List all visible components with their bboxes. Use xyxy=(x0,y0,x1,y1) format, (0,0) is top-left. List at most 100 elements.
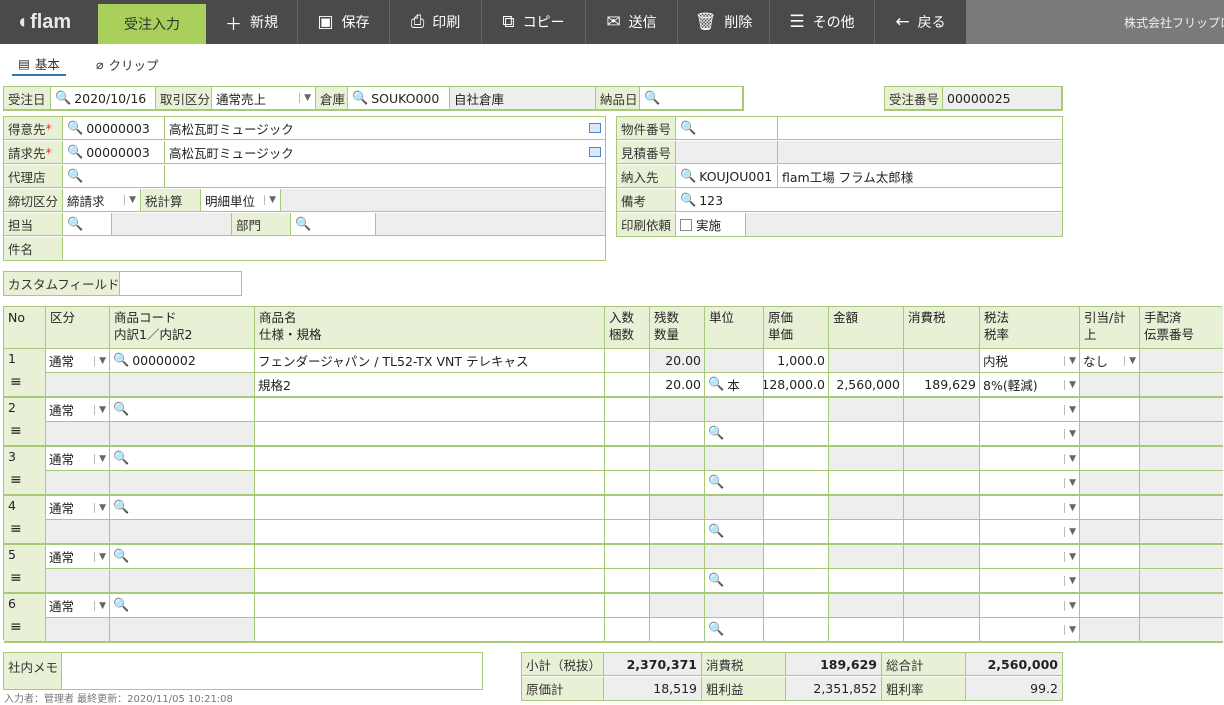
back-button[interactable]: ← 戻る xyxy=(875,0,967,44)
product-code-field[interactable]: 🔍 xyxy=(110,594,255,618)
copy-button[interactable]: ⧉ コピー xyxy=(482,0,586,44)
delete-button[interactable]: 🗑 削除 xyxy=(678,0,770,44)
irisu-field[interactable] xyxy=(605,496,650,520)
unit-field[interactable]: 🔍 xyxy=(705,520,764,545)
kubun-select[interactable]: 通常 ▼ xyxy=(46,594,110,618)
delivery-code-field[interactable]: 🔍 KOUJOU001 xyxy=(676,165,778,188)
tax-method-select[interactable]: ▼ xyxy=(980,447,1080,471)
cost-field[interactable] xyxy=(764,447,829,471)
product-name-field[interactable] xyxy=(255,594,605,618)
tax-calc-select[interactable]: 明細単位 ▼ xyxy=(201,189,281,212)
amount-field[interactable] xyxy=(829,422,904,447)
product-code-field[interactable]: 🔍 xyxy=(110,398,255,422)
amount-field[interactable] xyxy=(829,471,904,496)
konsu-field[interactable] xyxy=(605,373,650,398)
kubun-select[interactable]: 通常 ▼ xyxy=(46,349,110,373)
unit-price-field[interactable] xyxy=(764,520,829,545)
product-code-field[interactable]: 🔍 xyxy=(110,545,255,569)
tax-field[interactable] xyxy=(904,471,980,496)
tax-field[interactable] xyxy=(904,569,980,594)
subject-field[interactable] xyxy=(63,237,605,260)
print-request-checkbox[interactable]: 実施 xyxy=(676,213,746,236)
unit-field[interactable]: 🔍 xyxy=(705,618,764,643)
tax-method-select[interactable]: ▼ xyxy=(980,398,1080,422)
row-detail-icon[interactable]: ≡ xyxy=(10,375,22,389)
warehouse-code-field[interactable]: 🔍 SOUKO000 xyxy=(348,87,450,110)
cost-field[interactable] xyxy=(764,594,829,618)
irisu-field[interactable] xyxy=(605,447,650,471)
amount-field[interactable]: 2,560,000 xyxy=(829,373,904,398)
tax-field[interactable]: 189,629 xyxy=(904,373,980,398)
hikiate-select[interactable] xyxy=(1080,594,1140,618)
irisu-field[interactable] xyxy=(605,398,650,422)
tax-rate-select[interactable]: ▼ xyxy=(980,618,1080,643)
tax-rate-select[interactable]: ▼ xyxy=(980,569,1080,594)
customer-code-field[interactable]: 🔍 00000003 xyxy=(63,117,165,140)
irisu-field[interactable] xyxy=(605,545,650,569)
kubun-select[interactable]: 通常 ▼ xyxy=(46,447,110,471)
delivery-date-field[interactable]: 🔍 xyxy=(640,87,743,110)
spec-field[interactable] xyxy=(255,520,605,545)
cost-field[interactable] xyxy=(764,496,829,520)
quantity-field[interactable] xyxy=(650,618,705,643)
product-code-field[interactable]: 🔍 xyxy=(110,447,255,471)
closing-select[interactable]: 締請求 ▼ xyxy=(63,189,141,212)
quantity-field[interactable] xyxy=(650,422,705,447)
property-field[interactable]: 🔍 xyxy=(676,117,778,140)
billing-code-field[interactable]: 🔍 00000003 xyxy=(63,141,165,164)
row-detail-icon[interactable]: ≡ xyxy=(10,620,22,634)
konsu-field[interactable] xyxy=(605,569,650,594)
product-name-field[interactable]: フェンダージャパン / TL52-TX VNT テレキャス xyxy=(255,349,605,373)
order-date-field[interactable]: 🔍 2020/10/16 xyxy=(51,87,156,110)
product-code-field[interactable]: 🔍 xyxy=(110,496,255,520)
unit-price-field[interactable]: 128,000.0 xyxy=(764,373,829,398)
kubun-select[interactable]: 通常 ▼ xyxy=(46,496,110,520)
tax-method-select[interactable]: 内税 ▼ xyxy=(980,349,1080,373)
new-button[interactable]: ＋ 新規 xyxy=(206,0,298,44)
cost-field[interactable] xyxy=(764,545,829,569)
hikiate-select[interactable] xyxy=(1080,545,1140,569)
kubun-select[interactable]: 通常 ▼ xyxy=(46,545,110,569)
irisu-field[interactable] xyxy=(605,594,650,618)
hikiate-select[interactable] xyxy=(1080,398,1140,422)
quantity-field[interactable]: 20.00 xyxy=(650,373,705,398)
agent-name-field[interactable] xyxy=(165,165,605,188)
amount-field[interactable] xyxy=(829,618,904,643)
row-detail-icon[interactable]: ≡ xyxy=(10,522,22,536)
unit-price-field[interactable] xyxy=(764,471,829,496)
tax-rate-select[interactable]: 8%(軽減) ▼ xyxy=(980,373,1080,398)
product-name-field[interactable] xyxy=(255,447,605,471)
custom-field-input[interactable] xyxy=(120,272,241,295)
quantity-field[interactable] xyxy=(650,569,705,594)
trade-type-select[interactable]: 通常売上 ▼ xyxy=(212,87,316,110)
delivery-name-field[interactable]: flam工場 フラム太郎様 xyxy=(778,165,1062,188)
tab-basic[interactable]: ▤ 基本 xyxy=(12,52,66,76)
tax-field[interactable] xyxy=(904,618,980,643)
spec-field[interactable] xyxy=(255,422,605,447)
billing-name-field[interactable]: 高松瓦町ミュージック xyxy=(165,141,605,164)
send-button[interactable]: ✉ 送信 xyxy=(586,0,678,44)
app-logo[interactable]: ◖ flam xyxy=(0,0,98,44)
tax-method-select[interactable]: ▼ xyxy=(980,594,1080,618)
cost-field[interactable]: 1,000.0 xyxy=(764,349,829,373)
tax-rate-select[interactable]: ▼ xyxy=(980,471,1080,496)
konsu-field[interactable] xyxy=(605,618,650,643)
tax-field[interactable] xyxy=(904,520,980,545)
memo-textarea[interactable] xyxy=(62,653,482,689)
unit-price-field[interactable] xyxy=(764,569,829,594)
tax-method-select[interactable]: ▼ xyxy=(980,545,1080,569)
tax-rate-select[interactable]: ▼ xyxy=(980,422,1080,447)
address-card-icon[interactable] xyxy=(589,147,601,157)
irisu-field[interactable] xyxy=(605,349,650,373)
kubun-select[interactable]: 通常 ▼ xyxy=(46,398,110,422)
hikiate-select[interactable] xyxy=(1080,447,1140,471)
product-code-field[interactable]: 🔍 00000002 xyxy=(110,349,255,373)
tab-order-entry[interactable]: 受注入力 xyxy=(98,4,206,44)
row-detail-icon[interactable]: ≡ xyxy=(10,424,22,438)
tab-clip[interactable]: ⌀ クリップ xyxy=(96,52,159,76)
row-detail-icon[interactable]: ≡ xyxy=(10,473,22,487)
customer-name-field[interactable]: 高松瓦町ミュージック xyxy=(165,117,605,140)
spec-field[interactable] xyxy=(255,618,605,643)
unit-field[interactable]: 🔍 xyxy=(705,569,764,594)
save-button[interactable]: ▣ 保存 xyxy=(298,0,390,44)
